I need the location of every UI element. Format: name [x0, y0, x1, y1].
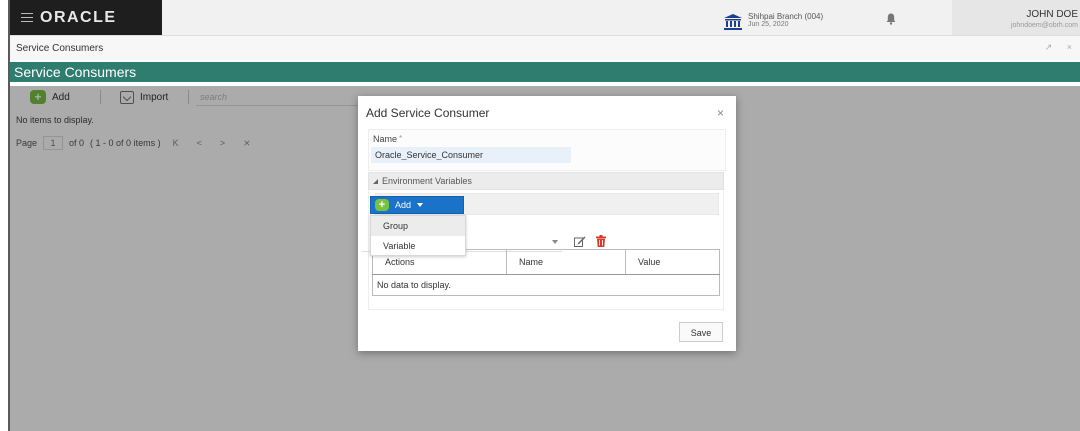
page-title-bar: Service Consumers — [10, 62, 1080, 82]
collapse-triangle-icon — [373, 179, 378, 184]
menu-item-variable[interactable]: Variable — [371, 236, 465, 256]
dialog-title: Add Service Consumer — [366, 106, 490, 120]
env-add-button[interactable]: + Add — [370, 196, 464, 214]
environment-variables-label: Environment Variables — [382, 176, 472, 186]
save-button[interactable]: Save — [679, 322, 723, 342]
table-row: No data to display. — [372, 274, 720, 296]
window-controls[interactable]: ↗ × — [1045, 42, 1078, 53]
user-menu[interactable]: JOHN DOE johndoem@obrh.com — [952, 0, 1080, 35]
name-label: Name * — [373, 134, 402, 144]
chevron-down-icon[interactable] — [552, 240, 558, 244]
environment-variables-header[interactable]: Environment Variables — [368, 172, 724, 190]
caret-down-icon — [417, 203, 424, 207]
column-header-value: Value — [625, 249, 720, 275]
column-header-name: Name — [506, 249, 626, 275]
page-title: Service Consumers — [14, 64, 137, 80]
name-label-text: Name — [373, 134, 398, 144]
bank-branch-icon[interactable] — [724, 14, 742, 30]
required-marker: * — [399, 134, 403, 143]
user-email: johndoem@obrh.com — [1010, 22, 1078, 29]
trash-icon[interactable] — [596, 235, 606, 247]
breadcrumb: Service Consumers — [16, 43, 104, 54]
edit-icon[interactable] — [574, 236, 586, 247]
name-field[interactable] — [371, 147, 571, 163]
close-icon[interactable]: × — [717, 106, 724, 120]
hamburger-menu-icon[interactable] — [21, 13, 33, 22]
add-dropdown-menu: Group Variable — [370, 215, 466, 256]
env-add-label: Add — [395, 200, 412, 210]
oracle-logo: ORACLE — [40, 9, 117, 26]
add-service-consumer-dialog: Add Service Consumer × Name* Environment… — [358, 96, 736, 351]
breadcrumb-bar: Service Consumers ↗ × — [10, 36, 1080, 60]
logo-area: ORACLE — [10, 0, 162, 35]
branch-name[interactable]: Shihpai Branch (004) — [748, 12, 823, 21]
branch-date: Jun 25, 2020 — [748, 21, 789, 28]
menu-item-group[interactable]: Group — [371, 216, 465, 236]
user-name: JOHN DOE — [1026, 9, 1078, 20]
top-bar: ORACLE Shihpai Branch (004) Jun 25, 2020… — [10, 0, 1080, 36]
table-empty-message: No data to display. — [372, 274, 720, 296]
plus-icon: + — [375, 199, 389, 211]
name-section: Name * — [368, 129, 726, 171]
environment-variables-table: Actions Name Value No data to display. — [372, 249, 720, 296]
bell-icon[interactable] — [886, 13, 896, 25]
